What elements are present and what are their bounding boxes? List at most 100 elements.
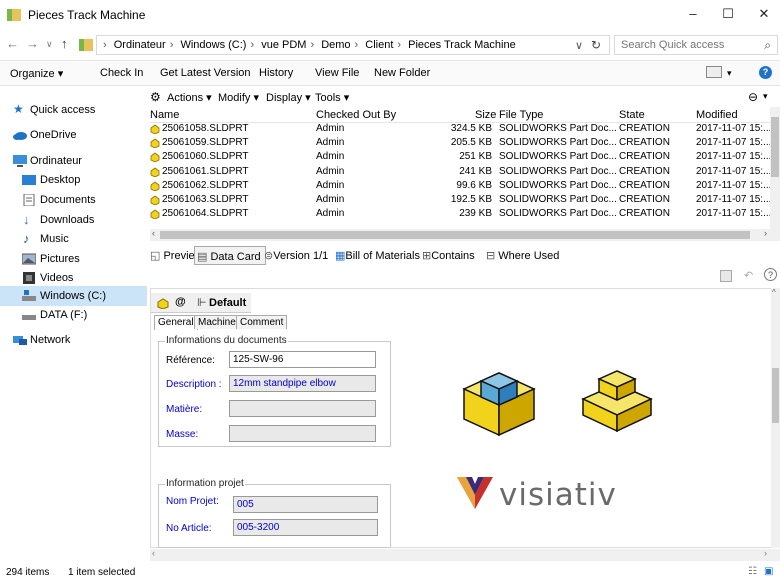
help-icon[interactable]: ? <box>764 268 777 281</box>
save-icon[interactable] <box>720 270 732 282</box>
project-name-field[interactable]: 005 <box>233 496 378 513</box>
nav-item-pictures[interactable]: Pictures <box>0 249 147 269</box>
menu-actions[interactable]: Actions ▾ <box>167 91 212 104</box>
mass-label: Masse: <box>166 429 199 440</box>
tab-contains[interactable]: ⊞Contains <box>422 249 475 262</box>
new-folder-button[interactable]: New Folder <box>374 67 430 79</box>
table-row[interactable]: 25061058.SLDPRT Admin 324.5 KB SOLIDWORKS P… <box>150 123 770 135</box>
table-row[interactable]: 25061064.SLDPRT Admin 239 KB SOLIDWORKS Par… <box>150 208 770 220</box>
minimize-button[interactable]: – <box>683 6 703 24</box>
reference-field[interactable]: 125-SW-96 <box>229 351 376 368</box>
table-row[interactable]: 25061062.SLDPRT Admin 99.6 KB SOLIDWORKS Pa… <box>150 180 770 192</box>
contains-icon: ⊞ <box>422 250 432 262</box>
nav-item-onedrive[interactable]: OneDrive <box>0 125 147 145</box>
chevron-down-icon[interactable]: ∨ <box>575 39 583 52</box>
nav-item-downloads[interactable]: ↓ Downloads <box>0 210 147 230</box>
tab-data-card[interactable]: ▤ Data Card <box>194 246 266 265</box>
crumb[interactable]: vue PDM <box>261 39 306 51</box>
column-modified[interactable]: Modified <box>696 109 738 121</box>
desktop-icon <box>22 175 36 185</box>
file-type: SOLIDWORKS Part Doc... <box>499 123 617 134</box>
zoom-icon[interactable]: ⊖ <box>748 90 758 104</box>
table-row[interactable]: 25061060.SLDPRT Admin 251 KB SOLIDWORKS Par… <box>150 151 770 163</box>
card-hscrollbar[interactable]: ‹ › <box>150 548 780 561</box>
file-modified: 2017-11-07 15:... <box>696 123 770 134</box>
back-icon[interactable]: ← <box>6 36 19 51</box>
nav-item-data-f[interactable]: DATA (F:) <box>0 305 147 325</box>
card-tab-comment[interactable]: Comment <box>236 315 288 329</box>
nav-item-documents[interactable]: Documents <box>0 190 147 210</box>
file-type: SOLIDWORKS Part Doc... <box>499 208 617 220</box>
file-name: 25061060.SLDPRT <box>162 151 249 163</box>
column-state[interactable]: State <box>619 109 645 121</box>
material-field[interactable] <box>229 400 376 417</box>
crumb[interactable]: Demo <box>321 39 350 51</box>
table-row[interactable]: 25061061.SLDPRT Admin 241 KB SOLIDWORKS Par… <box>150 166 770 178</box>
menu-tools[interactable]: Tools ▾ <box>315 91 349 104</box>
history-button[interactable]: History <box>259 67 293 79</box>
large-icons-view-icon[interactable]: ▣ <box>764 566 773 577</box>
nav-item-desktop[interactable]: Desktop <box>0 170 147 190</box>
help-icon[interactable]: ? <box>759 66 772 79</box>
crumb[interactable]: Windows (C:) <box>180 39 246 51</box>
recent-dropdown-icon[interactable]: ∨ <box>46 39 53 50</box>
search-box[interactable]: ⌕ <box>614 35 778 55</box>
column-file-type[interactable]: File Type <box>499 109 543 121</box>
address-field[interactable]: › Ordinateur › Windows (C:) › vue PDM › Dem… <box>79 35 610 55</box>
nav-item-network[interactable]: Network <box>0 330 147 350</box>
file-modified: 2017-11-07 15:... <box>696 208 770 220</box>
chevron-down-icon[interactable]: ▾ <box>727 68 732 79</box>
search-icon[interactable]: ⌕ <box>764 38 771 53</box>
nav-item-quick-access[interactable]: ★ Quick access <box>0 100 147 120</box>
tab-version[interactable]: ⊜Version 1/1 <box>264 249 328 262</box>
maximize-button[interactable]: ☐ <box>718 6 738 24</box>
undo-icon[interactable]: ↶ <box>744 269 753 282</box>
column-name[interactable]: Name <box>150 109 179 121</box>
file-modified: 2017-11-07 15:... <box>696 194 770 205</box>
organize-button[interactable]: Organize ▾ <box>10 67 63 80</box>
close-button[interactable]: ✕ <box>754 6 774 24</box>
mass-field[interactable] <box>229 425 376 442</box>
check-in-button[interactable]: Check In <box>100 67 143 79</box>
file-list-hscrollbar[interactable]: ‹ › <box>150 228 780 241</box>
nav-item-videos[interactable]: Videos <box>0 268 147 288</box>
crumb[interactable]: Ordinateur <box>114 39 166 51</box>
file-state: CREATION <box>619 137 670 149</box>
preview-icon: ◱ <box>150 250 161 262</box>
tab-bill-of-materials[interactable]: ▦Bill of Materials <box>335 249 420 262</box>
tab-where-used[interactable]: ⊟ Where Used <box>486 249 559 262</box>
refresh-icon[interactable]: ↻ <box>591 38 601 52</box>
crumb[interactable]: Client <box>365 39 393 51</box>
details-view-icon[interactable]: ☷ <box>748 566 757 577</box>
search-input[interactable] <box>621 39 751 51</box>
up-icon[interactable]: ↑ <box>61 36 68 51</box>
forward-icon[interactable]: → <box>26 36 39 51</box>
table-row[interactable]: 25061059.SLDPRT Admin 205.5 KB SOLIDWORKS P… <box>150 137 770 149</box>
column-checked-out-by[interactable]: Checked Out By <box>316 109 396 121</box>
file-type: SOLIDWORKS Part Doc... <box>499 179 617 191</box>
nav-item-windows-c[interactable]: Windows (C:) <box>0 286 147 306</box>
column-size[interactable]: Size <box>475 109 496 121</box>
menu-display[interactable]: Display ▾ <box>266 91 311 104</box>
visiativ-logo-text: visiativ <box>499 477 617 513</box>
file-state: CREATION <box>619 123 670 134</box>
article-number-field[interactable]: 005-3200 <box>233 519 378 536</box>
crumb[interactable]: Pieces Track Machine <box>408 39 516 51</box>
card-tab-general[interactable]: General <box>154 315 198 330</box>
view-options-icon[interactable] <box>706 66 722 78</box>
view-file-button[interactable]: View File <box>315 67 359 79</box>
configuration-name[interactable]: Default <box>209 297 246 309</box>
solidworks-part-icon <box>150 124 160 134</box>
card-tab-machine[interactable]: Machine <box>194 315 240 329</box>
part-preview-icon <box>462 372 536 437</box>
file-size: 239 KB <box>459 208 492 220</box>
get-latest-version-button[interactable]: Get Latest Version <box>160 67 251 79</box>
table-row[interactable]: 25061063.SLDPRT Admin 192.5 KB SOLIDWORKS P… <box>150 194 770 206</box>
chevron-down-icon[interactable]: ▾ <box>763 91 768 102</box>
menu-modify[interactable]: Modify ▾ <box>218 91 259 104</box>
card-scrollbar[interactable]: ^ <box>771 288 780 548</box>
file-list-scrollbar[interactable] <box>770 107 780 229</box>
description-field[interactable]: 12mm standpipe elbow <box>229 375 376 392</box>
nav-item-music[interactable]: ♪ Music <box>0 229 147 249</box>
nav-item-ordinateur[interactable]: Ordinateur <box>0 151 147 171</box>
